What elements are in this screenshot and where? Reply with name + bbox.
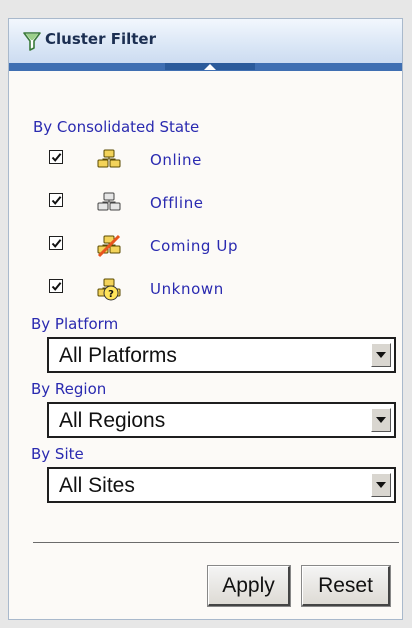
region-label: By Region [31, 380, 107, 398]
platform-label: By Platform [31, 315, 119, 333]
apply-button[interactable]: Apply [207, 565, 291, 607]
region-selected-value: All Regions [59, 409, 166, 432]
cluster-unknown-icon: ? [97, 277, 121, 301]
cluster-filter-panel: Cluster Filter By Consolidated State Onl… [8, 18, 403, 620]
site-label: By Site [31, 445, 84, 463]
online-label[interactable]: Online [150, 151, 202, 169]
divider [33, 542, 399, 543]
state-row-online: Online [49, 148, 349, 176]
chevron-down-icon [376, 417, 386, 423]
region-select[interactable]: All Regions [47, 402, 396, 438]
unknown-label[interactable]: Unknown [150, 280, 224, 298]
unknown-checkbox[interactable] [49, 279, 63, 293]
platform-selected-value: All Platforms [59, 344, 177, 367]
panel-header: Cluster Filter [9, 19, 402, 71]
state-row-unknown: ? Unknown [49, 277, 349, 305]
collapse-bar [9, 63, 402, 71]
consolidated-state-label: By Consolidated State [33, 118, 200, 136]
filter-funnel-icon [23, 31, 41, 51]
site-select[interactable]: All Sites [47, 467, 396, 503]
state-row-offline: Offline [49, 191, 349, 219]
cluster-coming-up-icon [97, 234, 121, 258]
coming-up-checkbox[interactable] [49, 236, 63, 250]
offline-label[interactable]: Offline [150, 194, 204, 212]
cluster-online-icon [97, 148, 121, 172]
platform-select[interactable]: All Platforms [47, 337, 396, 373]
state-row-coming-up: Coming Up [49, 234, 349, 262]
chevron-down-icon [376, 352, 386, 358]
region-dropdown-button[interactable] [371, 408, 391, 432]
offline-checkbox[interactable] [49, 193, 63, 207]
site-selected-value: All Sites [59, 474, 135, 497]
chevron-down-icon [376, 482, 386, 488]
panel-title: Cluster Filter [45, 30, 156, 48]
cluster-offline-icon [97, 191, 121, 215]
coming-up-label[interactable]: Coming Up [150, 237, 238, 255]
platform-dropdown-button[interactable] [371, 343, 391, 367]
site-dropdown-button[interactable] [371, 473, 391, 497]
reset-button[interactable]: Reset [301, 565, 391, 607]
svg-text:?: ? [108, 289, 114, 300]
chevron-up-icon [204, 63, 216, 70]
collapse-toggle[interactable] [165, 63, 255, 70]
online-checkbox[interactable] [49, 150, 63, 164]
